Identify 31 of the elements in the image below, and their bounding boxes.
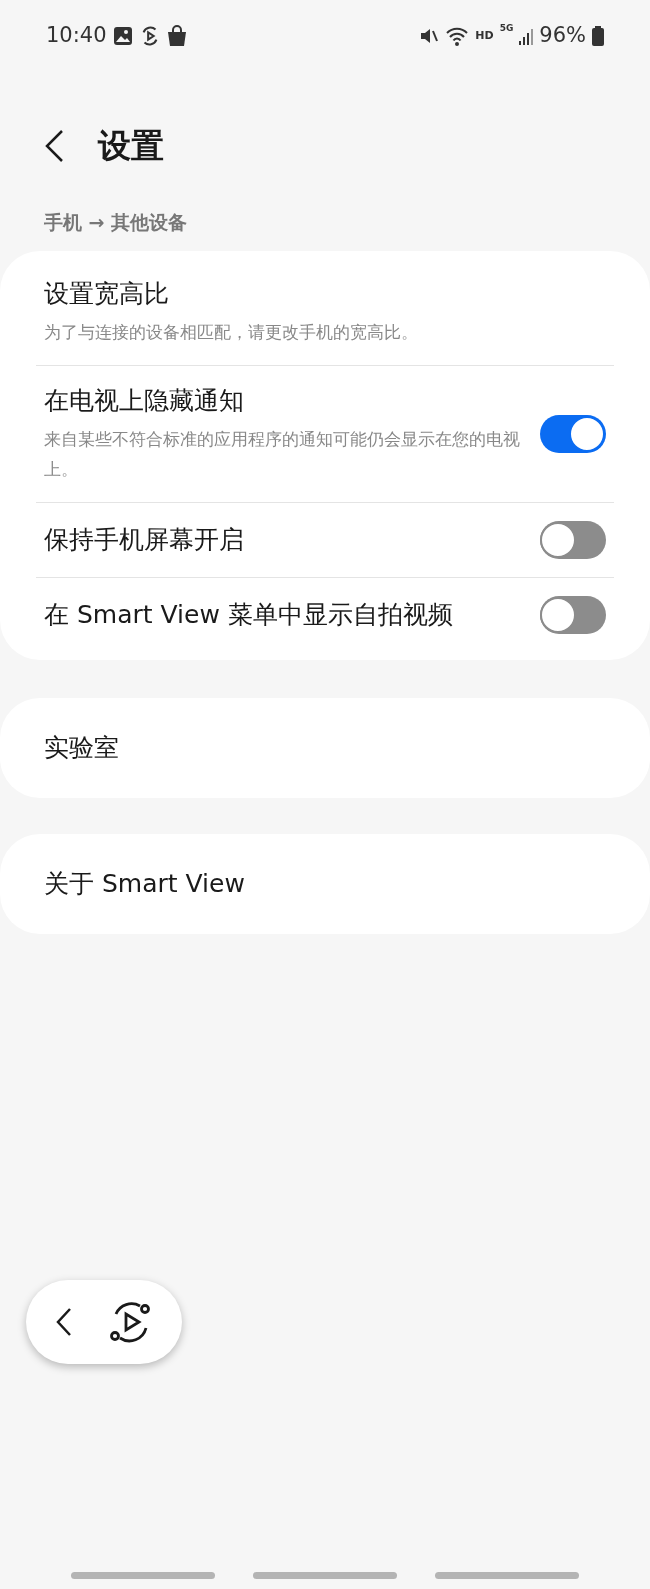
menu-card[interactable]: 关于 Smart View (0, 833, 650, 934)
setting-row[interactable]: 在 Smart View 菜单中显示自拍视频 (36, 576, 614, 652)
shopping-bag-icon (166, 25, 187, 47)
page-title: 设置 (98, 125, 164, 168)
back-icon (44, 129, 64, 163)
cellular-label: 5G (499, 22, 514, 36)
section-label: 手机 → 其他设备 (43, 210, 189, 235)
menu-title: 实验室 (44, 731, 119, 764)
toggle-switch[interactable] (540, 520, 606, 559)
setting-title: 在 Smart View 菜单中显示自拍视频 (44, 598, 454, 631)
wifi-icon (445, 26, 470, 46)
setting-description: 来自某些不符合标准的应用程序的通知可能仍会显示在您的电视上。 (44, 427, 520, 481)
status-time: 10:40 (46, 22, 107, 50)
menu-card[interactable]: 实验室 (0, 697, 650, 798)
toggle-switch[interactable] (540, 595, 606, 634)
network-label: HD (475, 27, 494, 44)
setting-row[interactable]: 在电视上隐藏通知 来自某些不符合标准的应用程序的通知可能仍会显示在您的电视上。 (36, 364, 614, 502)
setting-title: 在电视上隐藏通知 (44, 384, 245, 417)
back-icon[interactable] (54, 1307, 73, 1337)
image-icon (112, 26, 133, 46)
toggle-switch[interactable] (540, 414, 606, 453)
setting-row[interactable]: 保持手机屏幕开启 (36, 501, 614, 577)
setting-title: 保持手机屏幕开启 (44, 523, 245, 556)
signal-icon (519, 27, 534, 45)
setting-row[interactable]: 设置宽高比 为了与连接的设备相匹配，请更改手机的宽高比。 (36, 258, 614, 365)
mute-icon (419, 26, 440, 46)
setting-description: 为了与连接的设备相匹配，请更改手机的宽高比。 (44, 320, 419, 344)
battery-icon (592, 26, 604, 46)
setting-title: 设置宽高比 (44, 277, 170, 310)
menu-title: 关于 Smart View (44, 867, 245, 900)
battery-percent: 96% (539, 22, 586, 50)
